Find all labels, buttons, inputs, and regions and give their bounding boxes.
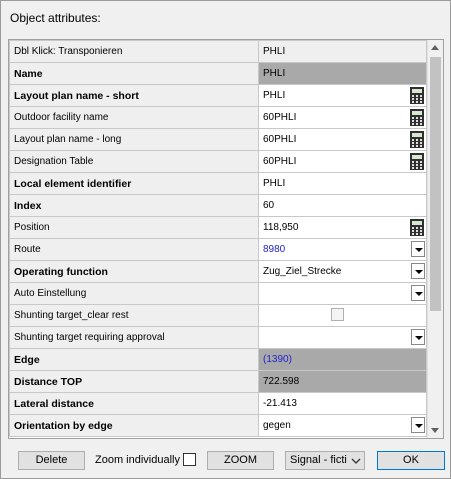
table-row: Local element identifier PHLI xyxy=(9,172,427,195)
header-value: PHLI xyxy=(258,40,427,63)
row-label-orientation: Orientation by edge xyxy=(9,414,259,437)
chevron-down-icon[interactable] xyxy=(411,263,425,279)
distance-top-value: 722.598 xyxy=(258,370,427,393)
calculator-icon[interactable] xyxy=(409,130,425,149)
row-label-local-element-id: Local element identifier xyxy=(9,172,259,195)
calculator-icon[interactable] xyxy=(409,86,425,105)
outdoor-facility-field[interactable]: 60PHLI xyxy=(258,106,427,129)
row-label-auto-einstellung: Auto Einstellung xyxy=(9,282,259,305)
row-label-shunting-clear-rest: Shunting target_clear rest xyxy=(9,304,259,327)
position-field[interactable]: 118,950 xyxy=(258,216,427,239)
local-element-id-field[interactable]: PHLI xyxy=(258,172,427,195)
signal-select[interactable]: Signal - ficti xyxy=(285,451,365,470)
row-label-distance-top: Distance TOP xyxy=(9,370,259,393)
route-dropdown[interactable]: 8980 xyxy=(258,238,427,261)
row-label-designation-table: Designation Table xyxy=(9,150,259,173)
object-attributes-dialog: Object attributes: Dbl Klick: Transponie… xyxy=(0,0,451,479)
row-label-lateral-distance: Lateral distance xyxy=(9,392,259,415)
scroll-up-icon[interactable] xyxy=(428,40,443,55)
delete-button[interactable]: Delete xyxy=(18,451,85,470)
table-row: Position 118,950 xyxy=(9,216,427,239)
row-label-route: Route xyxy=(9,238,259,261)
table-row: Designation Table 60PHLI xyxy=(9,150,427,173)
scroll-down-icon[interactable] xyxy=(428,423,443,438)
position-value: 118,950 xyxy=(263,222,299,233)
name-value: PHLI xyxy=(258,62,427,85)
layout-long-value: 60PHLI xyxy=(263,134,297,145)
layout-short-field[interactable]: PHLI xyxy=(258,84,427,107)
operating-function-dropdown[interactable]: Zug_Ziel_Strecke xyxy=(258,260,427,283)
edge-value: (1390) xyxy=(258,348,427,371)
zoom-individually-checkbox[interactable] xyxy=(183,453,196,466)
row-label-name: Name xyxy=(9,62,259,85)
row-label-position: Position xyxy=(9,216,259,239)
table-row: Layout plan name - long 60PHLI xyxy=(9,128,427,151)
edge-link[interactable]: (1390) xyxy=(263,354,292,365)
table-row: Name PHLI xyxy=(9,62,427,85)
shunting-clear-rest-cell xyxy=(258,304,427,327)
route-value: 8980 xyxy=(263,244,286,255)
chevron-down-icon xyxy=(351,458,361,464)
table-row: Index 60 xyxy=(9,194,427,217)
table-row: Distance TOP 722.598 xyxy=(9,370,427,393)
designation-table-field[interactable]: 60PHLI xyxy=(258,150,427,173)
row-label-layout-short: Layout plan name - short xyxy=(9,84,259,107)
table-row: Operating function Zug_Ziel_Strecke xyxy=(9,260,427,283)
calculator-icon[interactable] xyxy=(409,218,425,237)
row-label-operating-function: Operating function xyxy=(9,260,259,283)
signal-select-value: Signal - ficti xyxy=(290,454,347,466)
table-row: Auto Einstellung xyxy=(9,282,427,305)
table-row: Layout plan name - short PHLI xyxy=(9,84,427,107)
attribute-table: Dbl Klick: Transponieren PHLI Name PHLI … xyxy=(9,40,427,437)
auto-einstellung-dropdown[interactable] xyxy=(258,282,427,305)
grid-header-row: Dbl Klick: Transponieren PHLI xyxy=(9,40,427,63)
row-label-outdoor-facility: Outdoor facility name xyxy=(9,106,259,129)
attribute-grid: Dbl Klick: Transponieren PHLI Name PHLI … xyxy=(8,39,444,439)
table-row: Shunting target requiring approval xyxy=(9,326,427,349)
operating-function-value: Zug_Ziel_Strecke xyxy=(263,266,342,277)
table-row: Shunting target_clear rest xyxy=(9,304,427,327)
outdoor-facility-value: 60PHLI xyxy=(263,112,297,123)
chevron-down-icon[interactable] xyxy=(411,241,425,257)
dialog-title: Object attributes: xyxy=(10,11,101,25)
row-label-shunting-approval: Shunting target requiring approval xyxy=(9,326,259,349)
calculator-icon[interactable] xyxy=(409,152,425,171)
ok-button[interactable]: OK xyxy=(377,451,445,470)
orientation-dropdown[interactable]: gegen xyxy=(258,414,427,437)
table-row: Edge (1390) xyxy=(9,348,427,371)
chevron-down-icon[interactable] xyxy=(411,285,425,301)
header-label: Dbl Klick: Transponieren xyxy=(9,40,259,63)
scroll-thumb[interactable] xyxy=(430,57,441,311)
row-label-layout-long: Layout plan name - long xyxy=(9,128,259,151)
layout-short-value: PHLI xyxy=(263,90,286,101)
table-row: Orientation by edge gegen xyxy=(9,414,427,437)
table-row: Lateral distance -21.413 xyxy=(9,392,427,415)
table-row: Route 8980 xyxy=(9,238,427,261)
calculator-icon[interactable] xyxy=(409,108,425,127)
layout-long-field[interactable]: 60PHLI xyxy=(258,128,427,151)
lateral-distance-field[interactable]: -21.413 xyxy=(258,392,427,415)
chevron-down-icon[interactable] xyxy=(411,417,425,433)
shunting-clear-rest-checkbox[interactable] xyxy=(331,308,344,321)
zoom-button[interactable]: ZOOM xyxy=(207,451,274,470)
chevron-down-icon[interactable] xyxy=(411,329,425,345)
shunting-approval-dropdown[interactable] xyxy=(258,326,427,349)
row-label-edge: Edge xyxy=(9,348,259,371)
row-label-index: Index xyxy=(9,194,259,217)
zoom-individually-label: Zoom individually xyxy=(95,454,180,466)
orientation-value: gegen xyxy=(263,420,291,431)
table-row: Outdoor facility name 60PHLI xyxy=(9,106,427,129)
designation-table-value: 60PHLI xyxy=(263,156,297,167)
vertical-scrollbar[interactable] xyxy=(427,40,443,438)
index-field[interactable]: 60 xyxy=(258,194,427,217)
